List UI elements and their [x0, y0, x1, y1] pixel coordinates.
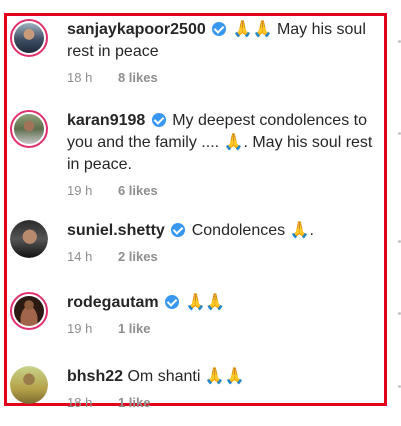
avatar[interactable]: [10, 292, 48, 330]
comment-meta: 19 h 1 like: [67, 320, 385, 338]
comment-time: 18 h: [67, 395, 93, 410]
person-photo-icon: [14, 296, 44, 326]
comment-text-line: bhsh22 Om shanti 🙏🙏: [67, 366, 385, 388]
avatar[interactable]: [10, 366, 48, 404]
comment-time: 18 h: [67, 70, 93, 85]
verified-badge-icon: [151, 113, 166, 127]
avatar[interactable]: [10, 220, 48, 258]
comment-likes[interactable]: 8 likes: [118, 70, 158, 85]
avatar[interactable]: [10, 19, 48, 57]
comment-time: 14 h: [67, 249, 93, 264]
comment-meta: 14 h 2 likes: [67, 248, 385, 266]
person-photo-icon: [14, 114, 44, 144]
comment-text: Condolences 🙏.: [191, 222, 314, 239]
comment-meta: 19 h 6 likes: [67, 182, 385, 200]
comment-text-line: karan9198 My deepest condolences to you …: [67, 110, 385, 176]
avatar[interactable]: [10, 110, 48, 148]
comment-meta: 18 h 1 like: [67, 394, 385, 412]
comment-time: 19 h: [67, 183, 93, 198]
comment-text-line: suniel.shetty Condolences 🙏.: [67, 220, 385, 242]
comment-username[interactable]: suniel.shetty: [67, 222, 165, 239]
comment-text: Om shanti 🙏🙏: [127, 368, 245, 385]
person-photo-icon: [10, 220, 48, 258]
comment-text: 🙏🙏: [185, 294, 226, 311]
comment-time: 19 h: [67, 321, 93, 336]
verified-badge-icon: [165, 295, 180, 309]
comment-username[interactable]: rodegautam: [67, 294, 159, 311]
person-photo-icon: [14, 23, 44, 53]
comment-text-line: rodegautam 🙏🙏: [67, 292, 385, 314]
comment-meta: 18 h 8 likes: [67, 69, 385, 87]
comment-likes[interactable]: 1 like: [118, 321, 151, 336]
comment-username[interactable]: karan9198: [67, 112, 145, 129]
comment-username[interactable]: bhsh22: [67, 368, 123, 385]
comment-likes[interactable]: 2 likes: [118, 249, 158, 264]
person-photo-icon: [10, 366, 48, 404]
verified-badge-icon: [212, 22, 227, 36]
comment-text-line: sanjaykapoor2500 🙏🙏 May his soul rest in…: [67, 19, 385, 63]
verified-badge-icon: [171, 223, 186, 237]
comment-username[interactable]: sanjaykapoor2500: [67, 21, 206, 38]
comment-likes[interactable]: 6 likes: [118, 183, 158, 198]
comment-likes[interactable]: 1 like: [118, 395, 151, 410]
